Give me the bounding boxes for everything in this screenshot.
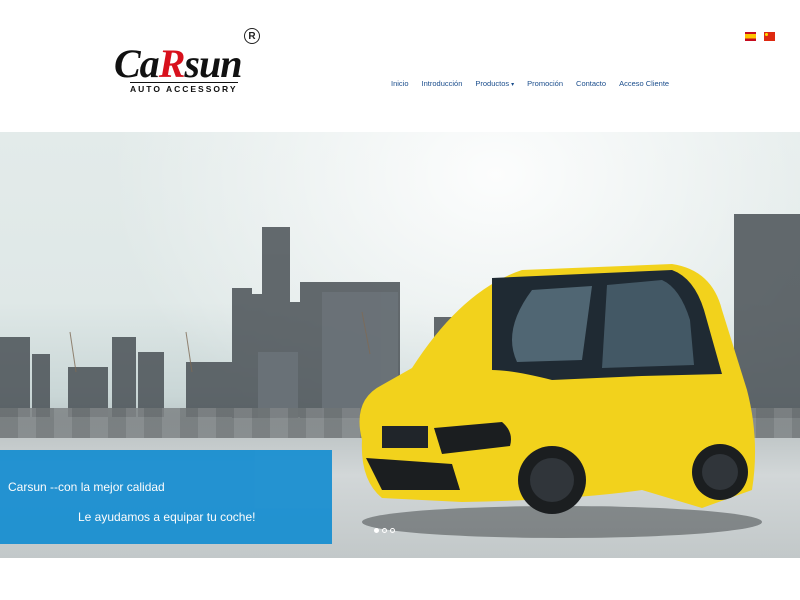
language-switcher: [745, 32, 775, 41]
nav-item-inicio[interactable]: Inicio: [391, 79, 409, 88]
yellow-car-image: [359, 264, 762, 538]
site-header: CaRsun R AUTO ACCESSORY Inicio Introducc…: [0, 0, 800, 132]
nav-item-productos[interactable]: Productos ▾: [475, 79, 514, 88]
carsun-logo[interactable]: CaRsun R AUTO ACCESSORY: [112, 28, 272, 98]
hero-slider[interactable]: Carsun --con la mejor calidad Le ayudamo…: [0, 132, 800, 558]
slider-dot[interactable]: [374, 528, 379, 533]
spain-flag-icon[interactable]: [745, 32, 756, 41]
nav-item-contacto[interactable]: Contacto: [576, 79, 606, 88]
nav-item-promocion[interactable]: Promoción: [527, 79, 563, 88]
nav-item-acceso-cliente[interactable]: Acceso Cliente: [619, 79, 669, 88]
slider-dot[interactable]: [382, 528, 387, 533]
china-flag-icon[interactable]: [764, 32, 775, 41]
logo-wordmark: CaRsun: [114, 41, 242, 86]
nav-item-productos-label: Productos: [475, 79, 510, 88]
registered-mark: R: [244, 28, 260, 44]
chevron-down-icon: ▾: [511, 82, 515, 88]
main-nav: Inicio Introducción Productos ▾ Promoción…: [391, 79, 682, 88]
hero-caption-title: Carsun --con la mejor calidad: [8, 480, 165, 494]
hero-caption: Carsun --con la mejor calidad Le ayudamo…: [0, 450, 332, 544]
hero-caption-subtitle: Le ayudamos a equipar tu coche!: [78, 510, 256, 524]
page-bottom-area: [0, 558, 800, 600]
slider-dot[interactable]: [390, 528, 395, 533]
slider-pagination: [374, 528, 395, 533]
logo-tagline: AUTO ACCESSORY: [130, 82, 238, 94]
nav-item-introduccion[interactable]: Introducción: [422, 79, 463, 88]
